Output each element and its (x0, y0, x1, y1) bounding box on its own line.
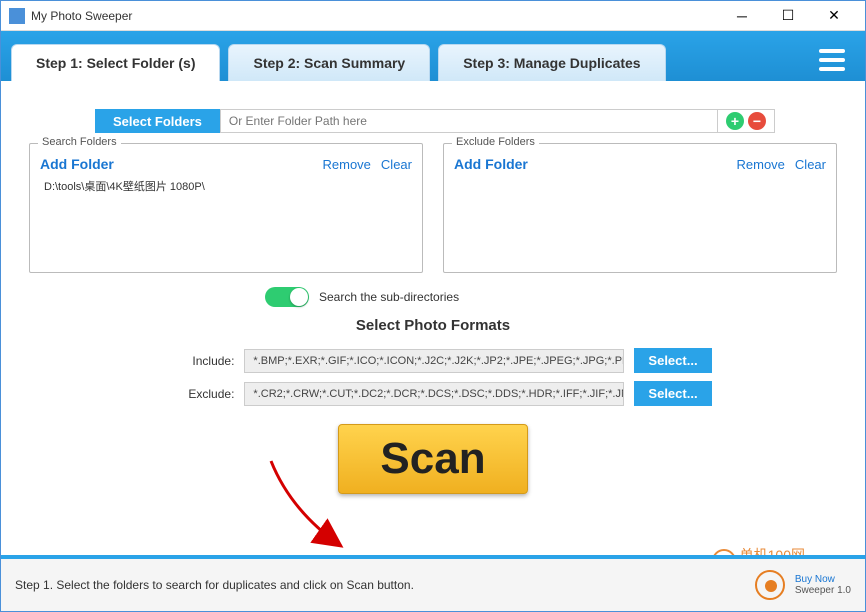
version-label: Sweeper 1.0 (795, 585, 851, 596)
search-folders-legend: Search Folders (38, 136, 121, 148)
select-folders-button[interactable]: Select Folders (95, 109, 220, 133)
footer-logo-icon (755, 570, 785, 600)
window-controls: ─ ☐ ✕ (719, 1, 857, 31)
app-icon (9, 8, 25, 24)
remove-path-icon[interactable]: − (748, 112, 766, 130)
subdirectories-label: Search the sub-directories (319, 290, 459, 304)
exclude-label: Exclude: (154, 387, 234, 401)
status-bar: Step 1. Select the folders to search for… (1, 555, 865, 611)
add-search-folder-link[interactable]: Add Folder (40, 156, 114, 172)
folder-row-actions: + − (718, 109, 775, 133)
status-text: Step 1. Select the folders to search for… (15, 578, 755, 592)
tab-step3[interactable]: Step 3: Manage Duplicates (438, 44, 665, 81)
exclude-formats-row: Exclude: *.CR2;*.CRW;*.CUT;*.DC2;*.DCR;*… (15, 381, 851, 406)
remove-search-folder-link[interactable]: Remove (323, 157, 371, 172)
folder-path-input[interactable] (220, 109, 718, 133)
exclude-folders-legend: Exclude Folders (452, 136, 539, 148)
scan-button[interactable]: Scan (338, 424, 528, 494)
minimize-button[interactable]: ─ (719, 1, 765, 31)
include-label: Include: (154, 354, 234, 368)
menu-icon[interactable] (809, 39, 855, 81)
tab-step2[interactable]: Step 2: Scan Summary (228, 44, 430, 81)
title-bar: My Photo Sweeper ─ ☐ ✕ (1, 1, 865, 31)
close-button[interactable]: ✕ (811, 1, 857, 31)
search-folders-panel: Search Folders Add Folder Remove Clear D… (29, 143, 423, 273)
add-exclude-folder-link[interactable]: Add Folder (454, 156, 528, 172)
include-formats-row: Include: *.BMP;*.EXR;*.GIF;*.ICO;*.ICON;… (15, 348, 851, 373)
subdirectories-toggle[interactable] (265, 287, 309, 307)
window-title: My Photo Sweeper (31, 9, 719, 23)
add-path-icon[interactable]: + (726, 112, 744, 130)
clear-search-folders-link[interactable]: Clear (381, 157, 412, 172)
toggle-knob (290, 288, 308, 306)
buy-now-link[interactable]: Buy Now (795, 574, 851, 585)
clear-exclude-folders-link[interactable]: Clear (795, 157, 826, 172)
include-formats-value: *.BMP;*.EXR;*.GIF;*.ICO;*.ICON;*.J2C;*.J… (244, 349, 624, 373)
tab-strip: Step 1: Select Folder (s) Step 2: Scan S… (1, 31, 865, 81)
search-folder-item[interactable]: D:\tools\桌面\4K壁纸图片 1080P\ (40, 178, 412, 194)
include-select-button[interactable]: Select... (634, 348, 711, 373)
exclude-formats-value: *.CR2;*.CRW;*.CUT;*.DC2;*.DCR;*.DCS;*.DS… (244, 382, 624, 406)
exclude-folders-panel: Exclude Folders Add Folder Remove Clear (443, 143, 837, 273)
exclude-select-button[interactable]: Select... (634, 381, 711, 406)
folder-input-row: Select Folders + − (95, 109, 775, 133)
footer-right: Buy Now Sweeper 1.0 (755, 570, 851, 600)
formats-title: Select Photo Formats (15, 317, 851, 334)
subdirectories-toggle-row: Search the sub-directories (265, 287, 851, 307)
maximize-button[interactable]: ☐ (765, 1, 811, 31)
content-area: Select Folders + − Search Folders Add Fo… (1, 81, 865, 551)
tab-step1[interactable]: Step 1: Select Folder (s) (11, 44, 220, 81)
remove-exclude-folder-link[interactable]: Remove (737, 157, 785, 172)
